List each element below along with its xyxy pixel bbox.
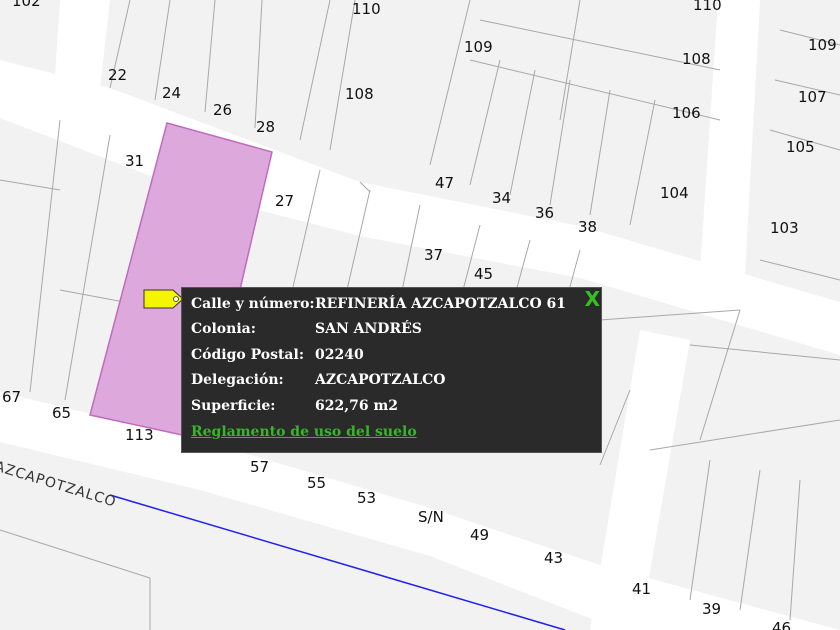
lot-number: 22 [108,66,127,84]
lot-number: S/N [418,508,444,526]
land-use-regulation-link[interactable]: Reglamento de uso del suelo [191,424,417,440]
location-pin-icon[interactable] [143,288,185,310]
lot-number: 109 [464,38,493,56]
info-label: Delegación: [191,372,284,388]
lot-number: 24 [162,84,181,102]
lot-number: 31 [125,152,144,170]
info-row-delegacion: Delegación: AZCAPOTZALCO [191,372,446,388]
lot-number: 57 [250,458,269,476]
lot-number: 106 [672,104,701,122]
lot-number: 108 [345,85,374,103]
info-row-superficie: Superficie: 622,76 m2 [191,398,398,414]
lot-number: 39 [702,600,721,618]
lot-number: 55 [307,474,326,492]
lot-number: 46 [772,619,791,630]
info-row-colonia: Colonia: SAN ANDRÉS [191,321,422,337]
info-value: AZCAPOTZALCO [315,372,446,388]
lot-number: 103 [770,219,799,237]
lot-number: 113 [125,426,154,444]
lot-number: 108 [682,50,711,68]
lot-number: 26 [213,101,232,119]
lot-number: 105 [786,138,815,156]
lot-number: 28 [256,118,275,136]
lot-number: 37 [424,246,443,264]
info-label: Código Postal: [191,347,304,363]
info-value: REFINERÍA AZCAPOTZALCO 61 [315,296,567,312]
info-value: 02240 [315,347,364,363]
lot-number: 49 [470,526,489,544]
lot-number: 34 [492,189,511,207]
info-label: Superficie: [191,398,276,414]
lot-number: 65 [52,404,71,422]
lot-number: 36 [535,204,554,222]
lot-number: 45 [474,265,493,283]
info-value: SAN ANDRÉS [315,321,422,337]
lot-number: 110 [352,0,381,18]
lot-number: 43 [544,549,563,567]
lot-number: 107 [798,88,827,106]
info-label: Calle y número: [191,296,315,312]
info-label: Colonia: [191,321,256,337]
lot-number: 110 [693,0,722,14]
close-icon[interactable]: X [585,289,600,309]
lot-number: 53 [357,489,376,507]
lot-number: 41 [632,580,651,598]
parcel-info-popup: X Calle y número:REFINERÍA AZCAPOTZALCO … [181,287,602,453]
lot-number: 47 [435,174,454,192]
lot-number: 38 [578,218,597,236]
lot-number: 67 [2,388,21,406]
lot-number: 104 [660,184,689,202]
info-value: 622,76 m2 [315,398,399,414]
lot-number: 27 [275,192,294,210]
lot-number: 109 [808,36,837,54]
info-row-postal-code: Código Postal: 02240 [191,347,364,363]
lot-number: 102 [12,0,41,10]
info-row-address: Calle y número:REFINERÍA AZCAPOTZALCO 61 [191,296,566,312]
